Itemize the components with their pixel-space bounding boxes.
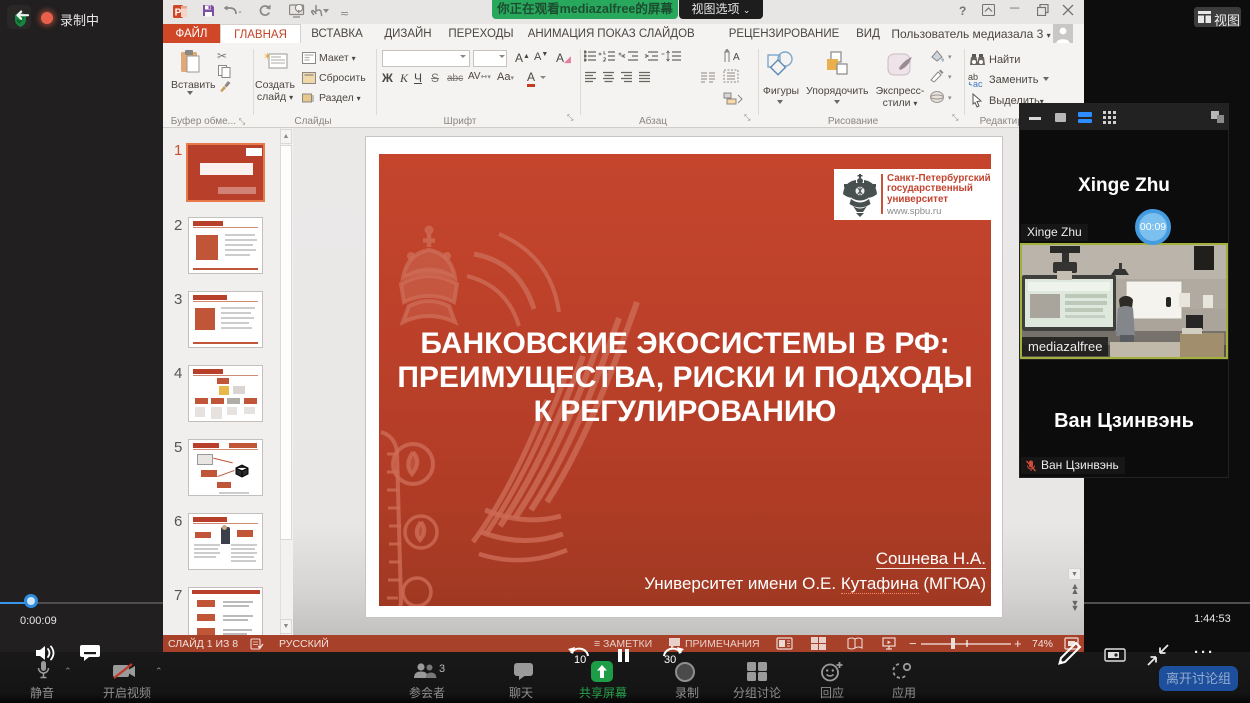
svg-text:10: 10 [574, 654, 586, 665]
svg-text:ac: ac [973, 79, 983, 88]
svg-text:P: P [175, 8, 182, 19]
svg-text:30: 30 [664, 654, 676, 665]
svg-text:А: А [733, 52, 740, 63]
